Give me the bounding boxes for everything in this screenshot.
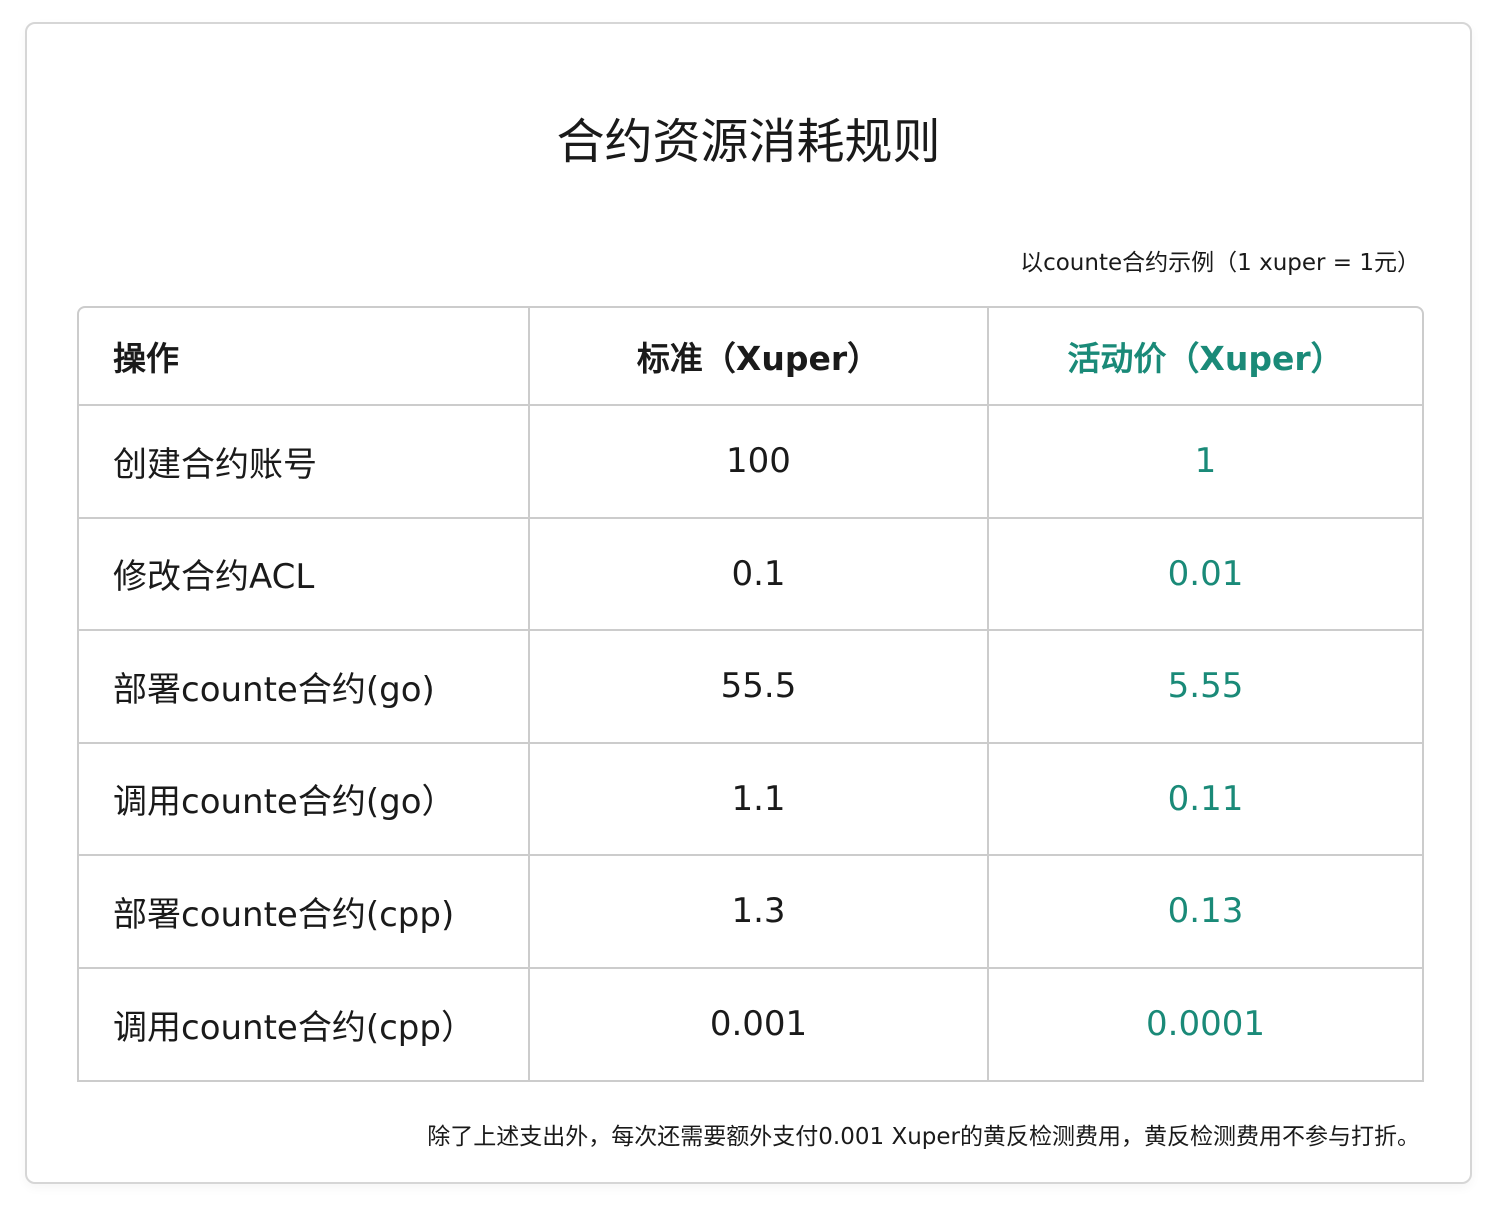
rules-card: 合约资源消耗规则 以counte合约示例（1 xuper = 1元） 操作 标准…: [25, 22, 1472, 1184]
cell-operation: 调用counte合约(go）: [79, 741, 530, 856]
header-standard: 标准（Xuper）: [528, 308, 989, 406]
footnote: 除了上述支出外，每次还需要额外支付0.001 Xuper的黄反检测费用，黄反检测…: [427, 1124, 1420, 1150]
cell-standard: 55.5: [528, 629, 989, 744]
header-operation: 操作: [79, 308, 530, 406]
table-row: 创建合约账号 100 1: [79, 404, 1422, 519]
table-row: 调用counte合约(cpp） 0.001 0.0001: [79, 966, 1422, 1080]
cell-operation: 调用counte合约(cpp）: [79, 966, 530, 1080]
cell-promo: 0.11: [987, 741, 1422, 856]
table-row: 调用counte合约(go） 1.1 0.11: [79, 741, 1422, 856]
pricing-table: 操作 标准（Xuper） 活动价（Xuper） 创建合约账号 100 1 修改合…: [77, 306, 1424, 1082]
table-header-row: 操作 标准（Xuper） 活动价（Xuper）: [79, 308, 1422, 406]
page-title: 合约资源消耗规则: [556, 114, 941, 170]
cell-promo: 0.0001: [987, 966, 1422, 1080]
cell-promo: 0.13: [987, 854, 1422, 969]
cell-operation: 部署counte合约(go): [79, 629, 530, 744]
table-row: 部署counte合约(go) 55.5 5.55: [79, 629, 1422, 744]
cell-promo: 1: [987, 404, 1422, 519]
cell-operation: 修改合约ACL: [79, 516, 530, 631]
table-row: 修改合约ACL 0.1 0.01: [79, 516, 1422, 631]
cell-standard: 1.1: [528, 741, 989, 856]
cell-promo: 0.01: [987, 516, 1422, 631]
cell-standard: 1.3: [528, 854, 989, 969]
example-note: 以counte合约示例（1 xuper = 1元）: [1020, 250, 1420, 276]
table-row: 部署counte合约(cpp) 1.3 0.13: [79, 854, 1422, 969]
cell-standard: 100: [528, 404, 989, 519]
cell-operation: 创建合约账号: [79, 404, 530, 519]
cell-standard: 0.1: [528, 516, 989, 631]
header-promo: 活动价（Xuper）: [987, 308, 1422, 406]
cell-standard: 0.001: [528, 966, 989, 1080]
cell-promo: 5.55: [987, 629, 1422, 744]
cell-operation: 部署counte合约(cpp): [79, 854, 530, 969]
